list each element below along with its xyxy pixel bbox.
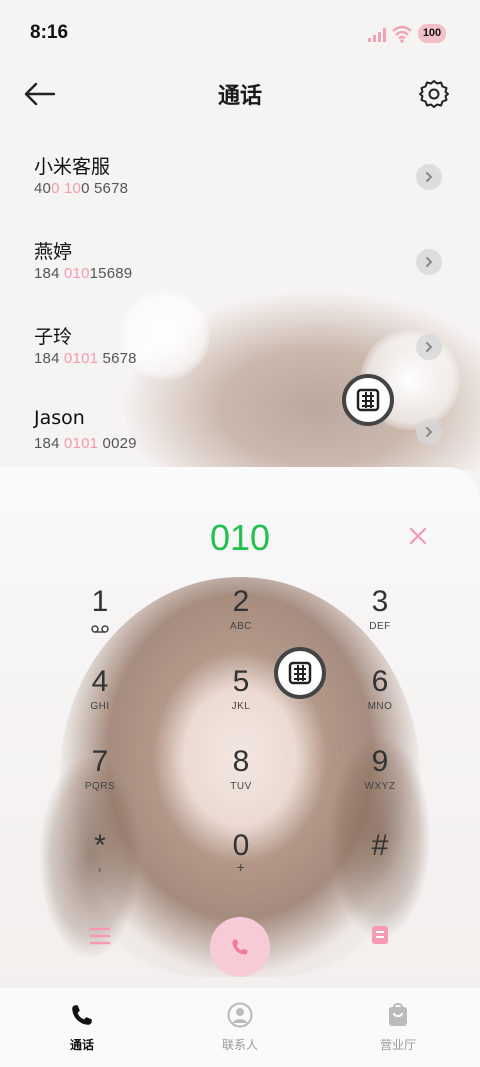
key-digit: 6 [371, 665, 389, 698]
dial-key-7[interactable]: 7 PQRS [45, 745, 155, 815]
cat-sticker-icon [274, 647, 326, 699]
bottom-navigation: 通话 联系人 营业厅 [0, 988, 480, 1067]
contact-item[interactable]: 子玲 184 0101 5678 [0, 310, 480, 395]
key-letters: WXYZ [364, 781, 396, 792]
chevron-right-icon[interactable] [416, 249, 442, 275]
key-letters: , [97, 857, 103, 873]
contact-number: 184 01015689 [34, 265, 133, 282]
key-digit: 7 [91, 745, 109, 778]
dial-key-star[interactable]: * , [45, 829, 155, 899]
grid-toggle-icon[interactable] [368, 923, 392, 947]
header: 通话 [0, 66, 480, 126]
chevron-right-icon[interactable] [416, 419, 442, 445]
dial-key-9[interactable]: 9 WXYZ [325, 745, 435, 815]
key-digit: 8 [232, 745, 250, 778]
contact-item[interactable]: 小米客服 400 100 5678 [0, 140, 480, 225]
contact-name: Jason [34, 407, 85, 429]
wifi-icon [392, 25, 412, 43]
call-button[interactable] [210, 917, 270, 977]
key-letters: GHI [90, 701, 110, 712]
contact-item[interactable]: 燕婷 184 01015689 [0, 225, 480, 310]
nav-label: 营业厅 [379, 1038, 416, 1052]
nav-tab-store[interactable]: 营业厅 [348, 1002, 448, 1053]
dial-key-1[interactable]: 1 [45, 585, 155, 655]
signal-icon [368, 28, 386, 42]
key-letters: + [236, 859, 246, 875]
phone-icon [72, 1005, 92, 1025]
contact-number: 400 100 5678 [34, 180, 129, 197]
page-title: 通话 [217, 84, 262, 109]
nav-tab-contacts[interactable]: 联系人 [190, 1002, 290, 1053]
key-digit: # [371, 829, 389, 862]
nav-label: 联系人 [221, 1038, 258, 1052]
dial-key-0[interactable]: 0 + [186, 829, 296, 899]
key-digit: 4 [91, 665, 109, 698]
key-digit: 0 [232, 829, 250, 862]
voicemail-icon [91, 625, 109, 633]
key-digit: 3 [371, 585, 389, 618]
contact-name: 子玲 [34, 326, 73, 348]
dial-key-3[interactable]: 3 DEF [325, 585, 435, 655]
key-digit: 1 [91, 585, 109, 618]
contact-number: 184 0101 5678 [34, 350, 137, 367]
dialer-panel: 010 1 2 ABC 3 DEF 4 GHI 5 JKL 6 MNO 7 PQ… [0, 467, 480, 1067]
battery-indicator: 100 [418, 24, 446, 43]
key-digit: 2 [232, 585, 250, 618]
key-letters: DEF [369, 621, 391, 632]
key-letters: TUV [230, 781, 252, 792]
nav-tab-calls[interactable]: 通话 [32, 1002, 132, 1053]
status-bar: 8:16 100 [0, 0, 480, 66]
chevron-right-icon[interactable] [416, 164, 442, 190]
dial-key-4[interactable]: 4 GHI [45, 665, 155, 735]
contact-number: 184 0101 0029 [34, 435, 137, 452]
cat-sticker-icon [342, 374, 394, 426]
contact-name: 小米客服 [34, 156, 111, 178]
clear-icon[interactable] [406, 524, 430, 548]
key-digit: 9 [371, 745, 389, 778]
contact-list: 小米客服 400 100 5678 燕婷 184 01015689 子玲 184… [0, 140, 480, 480]
dial-key-2[interactable]: 2 ABC [186, 585, 296, 655]
phone-call-icon [232, 939, 248, 955]
menu-icon[interactable] [88, 925, 112, 947]
key-letters: MNO [367, 701, 393, 712]
key-letters: ABC [229, 621, 253, 632]
key-letters: PQRS [84, 781, 116, 792]
key-letters: JKL [231, 701, 251, 712]
contact-name: 燕婷 [34, 241, 73, 263]
nav-label: 通话 [69, 1038, 94, 1052]
status-time: 8:16 [30, 22, 69, 43]
gear-icon[interactable] [418, 78, 450, 110]
shopping-bag-icon [389, 1003, 407, 1026]
chevron-right-icon[interactable] [416, 334, 442, 360]
dial-key-8[interactable]: 8 TUV [186, 745, 296, 815]
dial-key-6[interactable]: 6 MNO [325, 665, 435, 735]
person-icon [227, 1002, 253, 1028]
dial-key-hash[interactable]: # [325, 829, 435, 899]
